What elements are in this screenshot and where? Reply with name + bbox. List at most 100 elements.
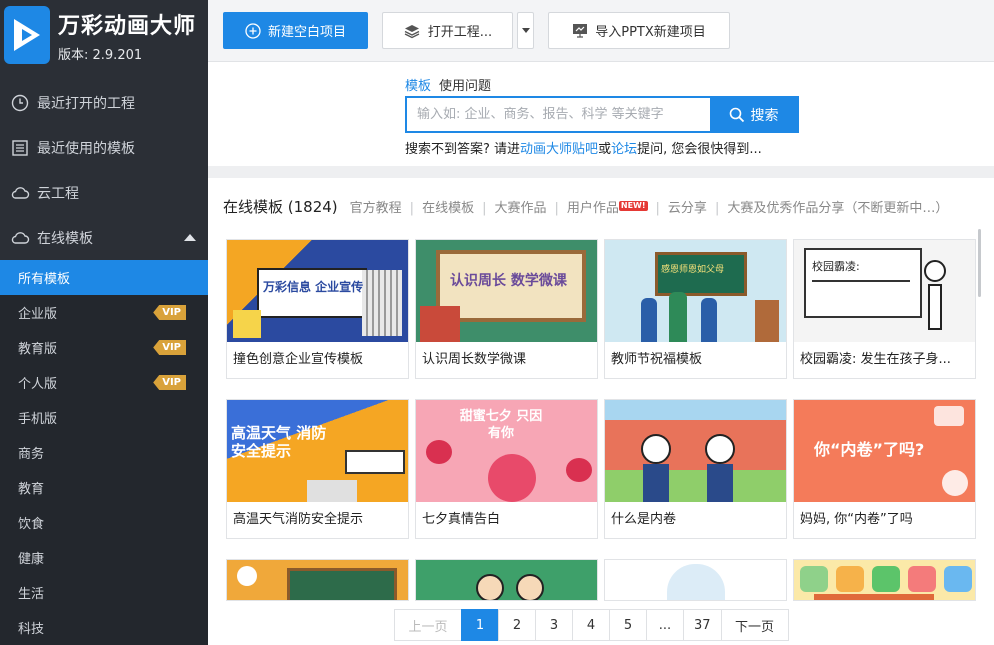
template-card[interactable]: 你“内卷”了吗? 妈妈, 你“内卷”了吗 [793,399,976,539]
page-button[interactable]: 4 [572,609,610,641]
open-project-dropdown[interactable] [517,12,534,49]
template-title: 七夕真情告白 [422,512,501,527]
template-card[interactable]: 什么是内卷 [604,399,787,539]
page-button[interactable]: 37 [683,609,722,641]
template-thumbnail: 校园霸凌: [794,240,975,342]
template-title: 撞色创意企业宣传模板 [233,352,364,367]
category-business[interactable]: 商务 [0,435,208,470]
template-thumbnail: 感恩师恩如父母 [605,240,786,342]
nav-label: 云工程 [37,185,79,202]
page-button[interactable]: 3 [535,609,573,641]
vip-badge: VIP [153,340,186,355]
thumbnail-caption: 感恩师恩如父母 [661,265,725,275]
cloud-outline-icon [10,228,30,248]
help-text: 搜索不到答案? 请进 [405,142,521,157]
category-label: 企业版 [18,307,58,322]
tab-contest-showcase[interactable]: 大赛及优秀作品分享（不断更新中…） [727,201,948,216]
template-card[interactable]: 万彩信息 企业宣传 撞色创意企业宣传模板 [226,239,409,379]
scrollbar-thumb[interactable] [978,229,981,297]
open-project-button[interactable]: 打开工程... [382,12,513,49]
template-card[interactable] [226,559,409,601]
nav-recent-projects[interactable]: 最近打开的工程 [0,80,208,125]
new-blank-project-button[interactable]: 新建空白项目 [223,12,368,49]
page-button[interactable]: 2 [498,609,536,641]
tab-contest-works[interactable]: 大赛作品 [494,201,546,216]
plus-circle-icon [245,22,261,39]
category-label: 教育 [18,482,45,497]
tab-online-templates-count[interactable]: 在线模板 (1824) [223,198,338,216]
tab-cloud-share[interactable]: 云分享 [668,201,707,216]
vip-badge: VIP [153,375,186,390]
tieba-link[interactable]: 动画大师贴吧 [520,142,598,157]
nav-online-templates[interactable]: 在线模板 [0,215,208,260]
template-title: 妈妈, 你“内卷”了吗 [800,512,913,527]
template-card[interactable]: 校园霸凌: 校园霸凌: 发生在孩子身... [793,239,976,379]
category-personal[interactable]: 个人版 VIP [0,365,208,400]
category-all[interactable]: 所有模板 [0,260,208,295]
search-button[interactable]: 搜索 [710,98,797,131]
search-help: 搜索不到答案? 请进动画大师贴吧或论坛提问, 您会很快得到... [405,138,805,157]
new-badge: NEW! [618,201,648,211]
pagination: 上一页 1 2 3 4 5 ... 37 下一页 [394,609,789,641]
template-tabs: 在线模板 (1824) 官方教程 | 在线模板 | 大赛作品 | 用户作品 NEW! | 云分享 | 大… [223,198,983,218]
thumbnail-caption: 校园霸凌: [812,260,860,273]
import-pptx-button[interactable]: 导入PPTX新建项目 [548,12,730,49]
template-card[interactable]: 高温天气 消防安全提示 高温天气消防安全提示 [226,399,409,539]
category-health[interactable]: 健康 [0,540,208,575]
search-icon [729,107,745,123]
template-card[interactable]: 感恩师恩如父母 教师节祝福模板 [604,239,787,379]
template-thumbnail [605,400,786,502]
page-ellipsis: ... [646,609,684,641]
template-thumbnail: 高温天气 消防安全提示 [227,400,408,502]
tab-template-search[interactable]: 模板 [405,75,431,94]
thumbnail-caption: 甜蜜七夕 只因有你 [459,409,543,441]
help-text: 提问, 您会很快得到... [637,142,762,157]
app-logo-icon [4,6,50,64]
template-thumbnail [227,560,408,600]
button-label: 打开工程... [427,25,493,40]
page-button[interactable]: 1 [461,609,499,641]
cloud-icon [10,183,30,203]
tab-online-templates[interactable]: 在线模板 [422,201,474,216]
category-label: 手机版 [18,412,58,427]
tab-separator: | [482,201,487,216]
nav-cloud-projects[interactable]: 云工程 [0,170,208,215]
next-page-button[interactable]: 下一页 [720,609,789,641]
tab-separator: | [655,201,660,216]
thumbnail-caption: 认识周长 数学微课 [450,273,567,289]
category-enterprise[interactable]: 企业版 VIP [0,295,208,330]
search-input[interactable] [407,98,710,131]
online-template-categories: 所有模板 企业版 VIP 教育版 VIP 个人版 VIP 手机版 商务 教育 饮食 健… [0,260,208,645]
tab-user-works[interactable]: 用户作品 [567,201,619,216]
brand: 万彩动画大师 版本: 2.9.201 [0,0,208,70]
template-card[interactable] [604,559,787,601]
divider-band [208,166,994,178]
forum-link[interactable]: 论坛 [611,142,637,157]
category-education[interactable]: 教育 [0,470,208,505]
category-label: 教育版 [18,342,58,357]
category-tech[interactable]: 科技 [0,610,208,645]
vip-badge: VIP [153,305,186,320]
prev-page-button[interactable]: 上一页 [394,609,462,641]
chevron-down-icon [521,28,530,33]
category-life[interactable]: 生活 [0,575,208,610]
tab-faq-search[interactable]: 使用问题 [439,75,491,94]
nav-recent-templates[interactable]: 最近使用的模板 [0,125,208,170]
template-card[interactable] [415,559,598,601]
category-mobile[interactable]: 手机版 [0,400,208,435]
page-button[interactable]: 5 [609,609,647,641]
template-card[interactable]: 甜蜜七夕 只因有你 七夕真情告白 [415,399,598,539]
template-thumbnail: 万彩信息 企业宣传 [227,240,408,342]
template-thumbnail: 你“内卷”了吗? [794,400,975,502]
template-card[interactable] [793,559,976,601]
category-label: 生活 [18,587,45,602]
template-thumbnail [416,560,597,600]
collapse-caret-icon[interactable] [184,234,196,241]
tab-official-tutorials[interactable]: 官方教程 [350,201,402,216]
category-label: 商务 [18,447,45,462]
template-icon [10,138,30,158]
tab-separator: | [714,201,720,216]
category-food[interactable]: 饮食 [0,505,208,540]
template-card[interactable]: 认识周长 数学微课 认识周长数学微课 [415,239,598,379]
category-education-edition[interactable]: 教育版 VIP [0,330,208,365]
